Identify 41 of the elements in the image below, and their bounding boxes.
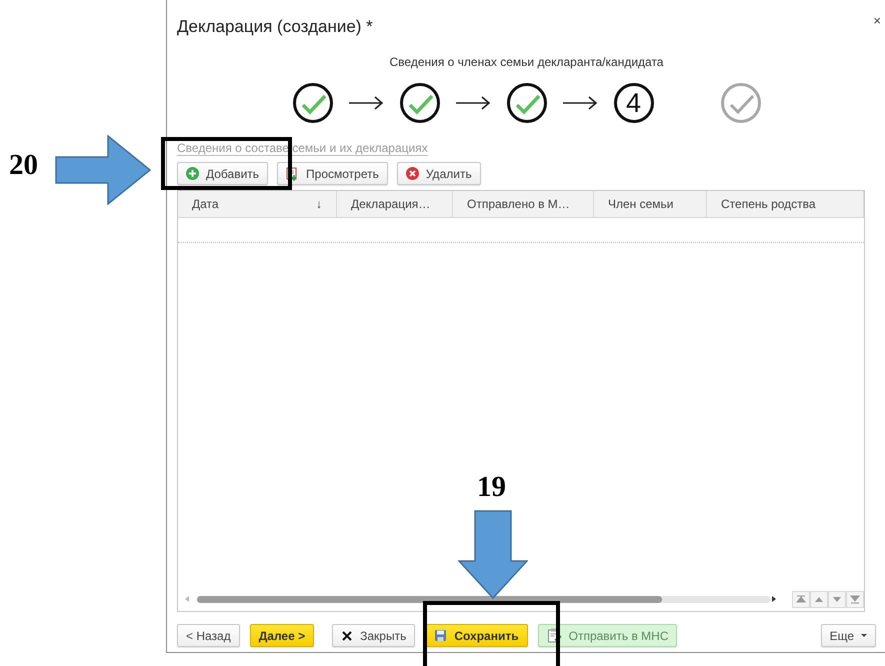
page-down-button[interactable] [828, 590, 846, 608]
column-header[interactable]: Член семьи [608, 197, 674, 211]
close-button[interactable]: × [873, 13, 881, 28]
close-icon [341, 630, 354, 642]
view-button[interactable]: Просмотреть [277, 162, 388, 185]
page-up-icon [814, 594, 824, 604]
column-header[interactable]: Степень родства [721, 197, 816, 211]
close-button[interactable]: Закрыть [332, 624, 416, 647]
sort-indicator: ↓ [316, 197, 322, 211]
clipboard-icon [546, 628, 562, 643]
check-circle-icon [400, 83, 440, 123]
step-caption: Сведения о членах семьи декларанта/кандидата [388, 55, 664, 69]
delete-icon [406, 167, 419, 180]
step-arrow-icon [455, 94, 491, 112]
scroll-to-top-button[interactable] [792, 590, 810, 608]
save-button[interactable]: Сохранить [425, 624, 528, 647]
caret-icon [861, 634, 867, 637]
annotation-number: 19 [477, 473, 506, 502]
step-arrow-icon [562, 94, 598, 112]
step-arrow-icon [348, 94, 384, 112]
next-button[interactable]: Далее > [250, 624, 314, 647]
page-down-icon [832, 594, 842, 604]
scroll-to-top-icon [796, 594, 806, 604]
column-header[interactable]: Отправлено в М… [467, 197, 570, 211]
check-circle-icon [506, 83, 546, 123]
column-header[interactable]: Декларация… [351, 197, 430, 211]
page-up-button[interactable] [810, 590, 828, 608]
more-button[interactable]: Еще [820, 624, 876, 647]
step-number: 4 [614, 83, 654, 123]
check-circle-icon [292, 83, 332, 123]
scroll-to-bottom-button[interactable] [846, 590, 864, 608]
delete-button[interactable]: Удалить [396, 162, 481, 185]
floppy-icon [434, 629, 448, 642]
scroll-to-bottom-icon [850, 594, 860, 604]
column-header[interactable]: Дата [192, 197, 219, 211]
annotation-number: 20 [9, 151, 38, 180]
plus-icon [186, 167, 199, 180]
check-circle-icon [720, 83, 760, 123]
back-button[interactable]: < Назад [177, 624, 240, 647]
window-title: Декларация (создание) * [177, 17, 373, 37]
add-button[interactable]: Добавить [177, 162, 268, 185]
